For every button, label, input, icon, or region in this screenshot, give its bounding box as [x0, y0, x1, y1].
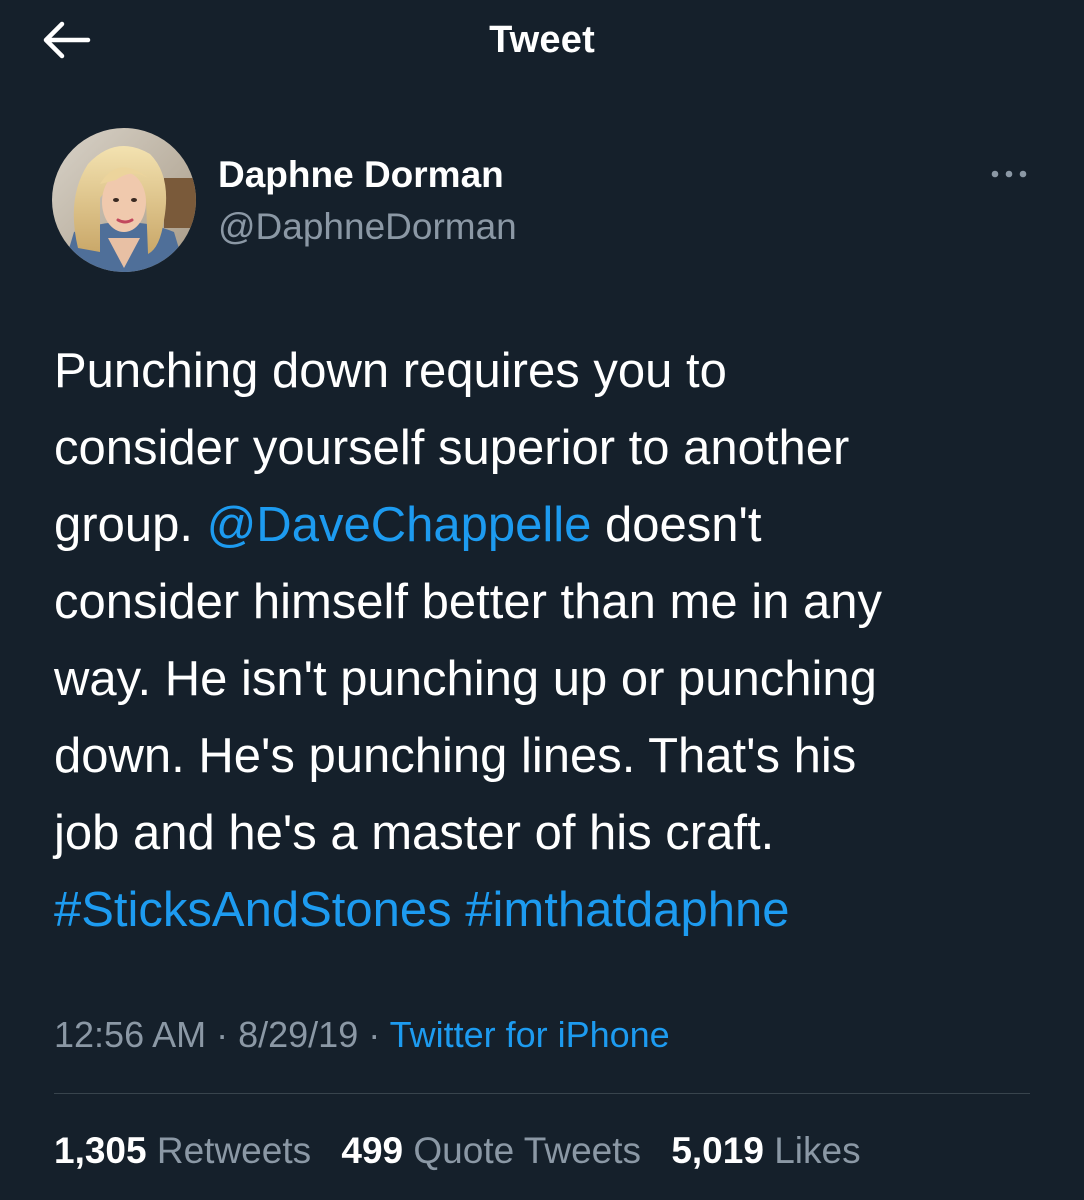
- tweet-text-line: consider yourself superior to another: [54, 410, 1064, 487]
- tweet-text: Punching down requires you to consider yo…: [54, 333, 1064, 949]
- engagement-stats: 1,305 Retweets 499 Quote Tweets 5,019 Li…: [54, 1128, 881, 1174]
- tweet-text-line: job and he's a master of his craft.: [54, 795, 1064, 872]
- quote-tweets-stat[interactable]: 499 Quote Tweets: [341, 1130, 641, 1171]
- likes-stat[interactable]: 5,019 Likes: [671, 1130, 860, 1171]
- tweet-text-segment: consider yourself superior to another: [54, 421, 850, 475]
- quote-tweets-count: 499: [341, 1130, 404, 1171]
- tweet-text-segment: job and he's a master of his craft.: [54, 806, 775, 860]
- tweet-text-segment: way. He isn't punching up or punching: [54, 652, 877, 706]
- tweet-metadata: 12:56 AM · 8/29/19 · Twitter for iPhone: [54, 1012, 670, 1058]
- avatar[interactable]: [52, 128, 196, 272]
- tweet-text-line: Punching down requires you to: [54, 333, 1064, 410]
- meta-separator: ·: [206, 1014, 239, 1055]
- author-handle[interactable]: @DaphneDorman: [218, 204, 517, 250]
- tweet-text-segment: group.: [54, 498, 207, 552]
- tweet-text-segment: down. He's punching lines. That's his: [54, 729, 857, 783]
- tweet-text-line: down. He's punching lines. That's his: [54, 718, 1064, 795]
- tweet-text-segment: consider himself better than me in any: [54, 575, 882, 629]
- tweet-text-segment: [452, 883, 466, 937]
- tweet-text-line: way. He isn't punching up or punching: [54, 641, 1064, 718]
- page-title: Tweet: [489, 19, 595, 61]
- tweet-time[interactable]: 12:56 AM: [54, 1014, 206, 1055]
- tweet-text-line: #SticksAndStones #imthatdaphne: [54, 872, 1064, 949]
- mention-link[interactable]: @DaveChappelle: [207, 498, 592, 552]
- profile-photo: [52, 128, 196, 272]
- quote-tweets-label: Quote Tweets: [413, 1130, 642, 1171]
- meta-separator: ·: [358, 1014, 390, 1055]
- likes-label: Likes: [774, 1130, 861, 1171]
- author-display-name[interactable]: Daphne Dorman: [218, 152, 504, 198]
- tweet-date[interactable]: 8/29/19: [238, 1014, 358, 1055]
- likes-count: 5,019: [671, 1130, 764, 1171]
- retweets-count: 1,305: [54, 1130, 147, 1171]
- divider: [54, 1093, 1030, 1094]
- tweet-source-link[interactable]: Twitter for iPhone: [390, 1014, 670, 1055]
- tweet-text-line: group. @DaveChappelle doesn't: [54, 487, 1064, 564]
- hashtag-link[interactable]: #SticksAndStones: [54, 883, 452, 937]
- tweet-text-segment: doesn't: [591, 498, 762, 552]
- tweet-text-segment: Punching down requires you to: [54, 344, 727, 398]
- tweet-text-line: consider himself better than me in any: [54, 564, 1064, 641]
- more-options-button[interactable]: [984, 160, 1034, 188]
- top-bar: Tweet: [0, 0, 1084, 90]
- retweets-label: Retweets: [156, 1130, 312, 1171]
- hashtag-link[interactable]: #imthatdaphne: [465, 883, 789, 937]
- retweets-stat[interactable]: 1,305 Retweets: [54, 1130, 311, 1171]
- more-options-icon: [991, 170, 1027, 178]
